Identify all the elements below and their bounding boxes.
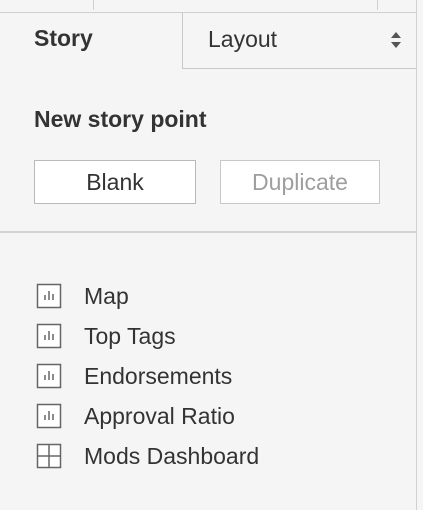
pane-tabs: Story Layout: [0, 13, 416, 70]
worksheet-icon: [36, 323, 62, 349]
sheet-item-label: Approval Ratio: [84, 402, 235, 429]
column-tick: [93, 0, 94, 10]
tab-story-label: Story: [34, 25, 93, 51]
tab-layout-label: Layout: [208, 26, 278, 52]
column-tick: [377, 0, 378, 10]
top-strip: [0, 0, 416, 13]
tab-layout[interactable]: Layout: [182, 13, 416, 69]
sheet-item-label: Map: [84, 282, 129, 309]
pane-border: [416, 0, 417, 510]
sheet-item-label: Endorsements: [84, 362, 233, 389]
story-pane: Story Layout New story point Blank Dupli…: [0, 0, 423, 510]
sheet-item-label: Top Tags: [84, 322, 176, 349]
worksheet-icon: [36, 363, 62, 389]
dashboard-icon: [36, 443, 62, 469]
sheet-item-label: Mods Dashboard: [84, 442, 260, 469]
up-down-arrows-icon: [391, 32, 401, 48]
worksheet-icon: [36, 283, 62, 309]
sheet-item-top-tags[interactable]: Top Tags: [36, 316, 259, 356]
blank-button[interactable]: Blank: [34, 160, 196, 204]
section-divider: [0, 231, 416, 233]
sheet-item-endorsements[interactable]: Endorsements: [36, 356, 259, 396]
duplicate-button[interactable]: Duplicate: [220, 160, 380, 204]
tab-story[interactable]: Story: [0, 13, 182, 70]
sheet-list: Map Top Tags Endorsements Approval Ratio…: [36, 276, 259, 476]
sheet-item-map[interactable]: Map: [36, 276, 259, 316]
worksheet-icon: [36, 403, 62, 429]
sheet-item-approval-ratio[interactable]: Approval Ratio: [36, 396, 259, 436]
new-story-point-heading: New story point: [34, 106, 207, 132]
sheet-item-mods-dashboard[interactable]: Mods Dashboard: [36, 436, 259, 476]
